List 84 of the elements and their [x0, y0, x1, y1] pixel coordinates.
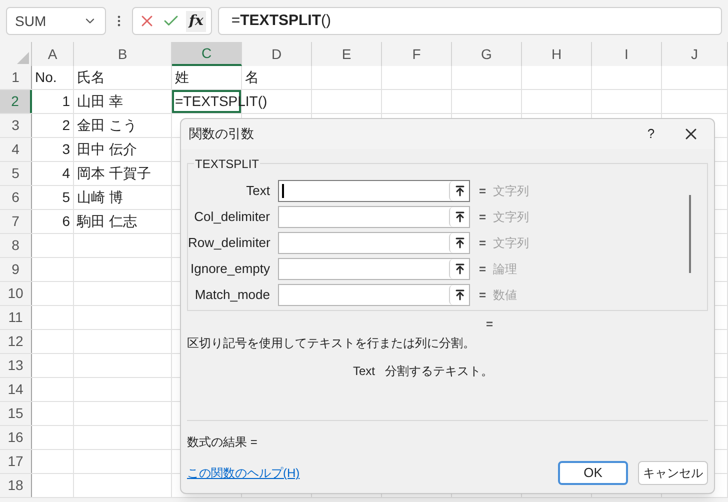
argument-help-text: 分割するテキスト。	[385, 363, 494, 380]
upload-arrow-icon	[454, 185, 466, 197]
equals-sign: =	[479, 235, 488, 252]
argument-field[interactable]	[278, 284, 470, 306]
row-header[interactable]: 7	[0, 210, 32, 233]
argument-field[interactable]	[278, 180, 470, 202]
row-header[interactable]: 14	[0, 378, 32, 401]
scrollbar-thumb[interactable]	[689, 195, 691, 273]
formula-result: 数式の結果 =	[187, 434, 258, 451]
argument-label: Text	[245, 182, 271, 200]
argument-label: Col_delimiter	[193, 208, 271, 226]
row-header[interactable]: 5	[0, 162, 32, 185]
row-header[interactable]: 4	[0, 138, 32, 161]
argument-help-name: Text	[353, 363, 376, 380]
table-cell-text: 6	[62, 212, 71, 231]
argument-field[interactable]	[278, 206, 470, 228]
column-header[interactable]: H	[522, 42, 592, 66]
row-header[interactable]: 6	[0, 186, 32, 209]
column-header[interactable]: G	[452, 42, 522, 66]
row-header[interactable]: 18	[0, 474, 32, 497]
upload-arrow-icon	[454, 289, 466, 301]
table-cell-text: 2	[62, 116, 71, 135]
insert-function-button[interactable]: fx	[186, 10, 206, 32]
name-box[interactable]: SUM	[6, 7, 106, 35]
upload-arrow-icon	[454, 263, 466, 275]
table-cell: 田中 伝介	[77, 141, 137, 158]
equals-sign: =	[479, 261, 488, 278]
equals-sign: =	[479, 183, 488, 200]
argument-field[interactable]	[278, 232, 470, 254]
table-cell: 名	[245, 69, 259, 86]
table-cell-text: 1	[62, 92, 71, 111]
argument-field[interactable]	[278, 258, 470, 280]
row-header[interactable]: 11	[0, 306, 32, 329]
equals-sign: =	[479, 209, 488, 226]
column-header[interactable]: F	[382, 42, 452, 66]
help-button[interactable]: ?	[636, 124, 666, 144]
column-header[interactable]: D	[242, 42, 312, 66]
row-header[interactable]: 12	[0, 330, 32, 353]
column-header[interactable]: I	[592, 42, 662, 66]
table-cell: 姓	[175, 69, 189, 86]
argument-label: Row_delimiter	[188, 234, 272, 252]
row-header[interactable]: 15	[0, 402, 32, 425]
help-link[interactable]: この関数のヘルプ(H)	[187, 464, 548, 482]
table-cell-text: 5	[62, 188, 71, 207]
row-header[interactable]: 13	[0, 354, 32, 377]
table-cell: 金田 こう	[77, 117, 137, 134]
argument-result: 数値	[493, 287, 517, 304]
row-header[interactable]: 2	[0, 90, 32, 113]
argument-label: Match_mode	[194, 286, 271, 304]
function-description: 区切り記号を使用してテキストを行または列に分割。	[187, 335, 476, 352]
argument-result: 文字列	[493, 235, 529, 252]
argument-result: 文字列	[493, 183, 529, 200]
column-header[interactable]: C	[172, 42, 242, 66]
table-cell-text: 4	[62, 164, 71, 183]
argument-label: Ignore_empty	[190, 260, 271, 278]
argument-result: 文字列	[493, 209, 529, 226]
row-header[interactable]: 16	[0, 426, 32, 449]
table-cell: 山崎 博	[77, 189, 123, 206]
formula-field[interactable]: =TEXTSPLIT()	[218, 7, 722, 35]
equals-sign: =	[479, 287, 488, 304]
argument-result: 論理	[493, 261, 517, 278]
column-header[interactable]: J	[662, 42, 728, 66]
dialog-button[interactable]: OK	[558, 461, 628, 485]
table-cell: 岡本 千賀子	[77, 165, 151, 182]
column-header[interactable]: A	[32, 42, 74, 66]
row-header[interactable]: 1	[0, 66, 32, 89]
dialog-button[interactable]: キャンセル	[638, 461, 708, 485]
row-header[interactable]: 3	[0, 114, 32, 137]
name-box-value: SUM	[15, 12, 46, 30]
row-header[interactable]: 8	[0, 234, 32, 257]
row-header[interactable]: 9	[0, 258, 32, 281]
row-header[interactable]: 17	[0, 450, 32, 473]
row-header[interactable]: 10	[0, 282, 32, 305]
table-cell: No.	[35, 69, 57, 86]
table-cell-text: 3	[62, 140, 71, 159]
upload-arrow-icon	[454, 237, 466, 249]
table-cell: 山田 幸	[77, 93, 123, 110]
text-cursor-icon	[282, 184, 284, 198]
upload-arrow-icon	[454, 211, 466, 223]
dialog-title: 関数の引数	[189, 125, 255, 144]
column-header[interactable]: E	[312, 42, 382, 66]
result-equals: =	[486, 316, 494, 333]
table-cell: 駒田 仁志	[77, 213, 137, 230]
table-cell: 氏名	[77, 69, 105, 86]
